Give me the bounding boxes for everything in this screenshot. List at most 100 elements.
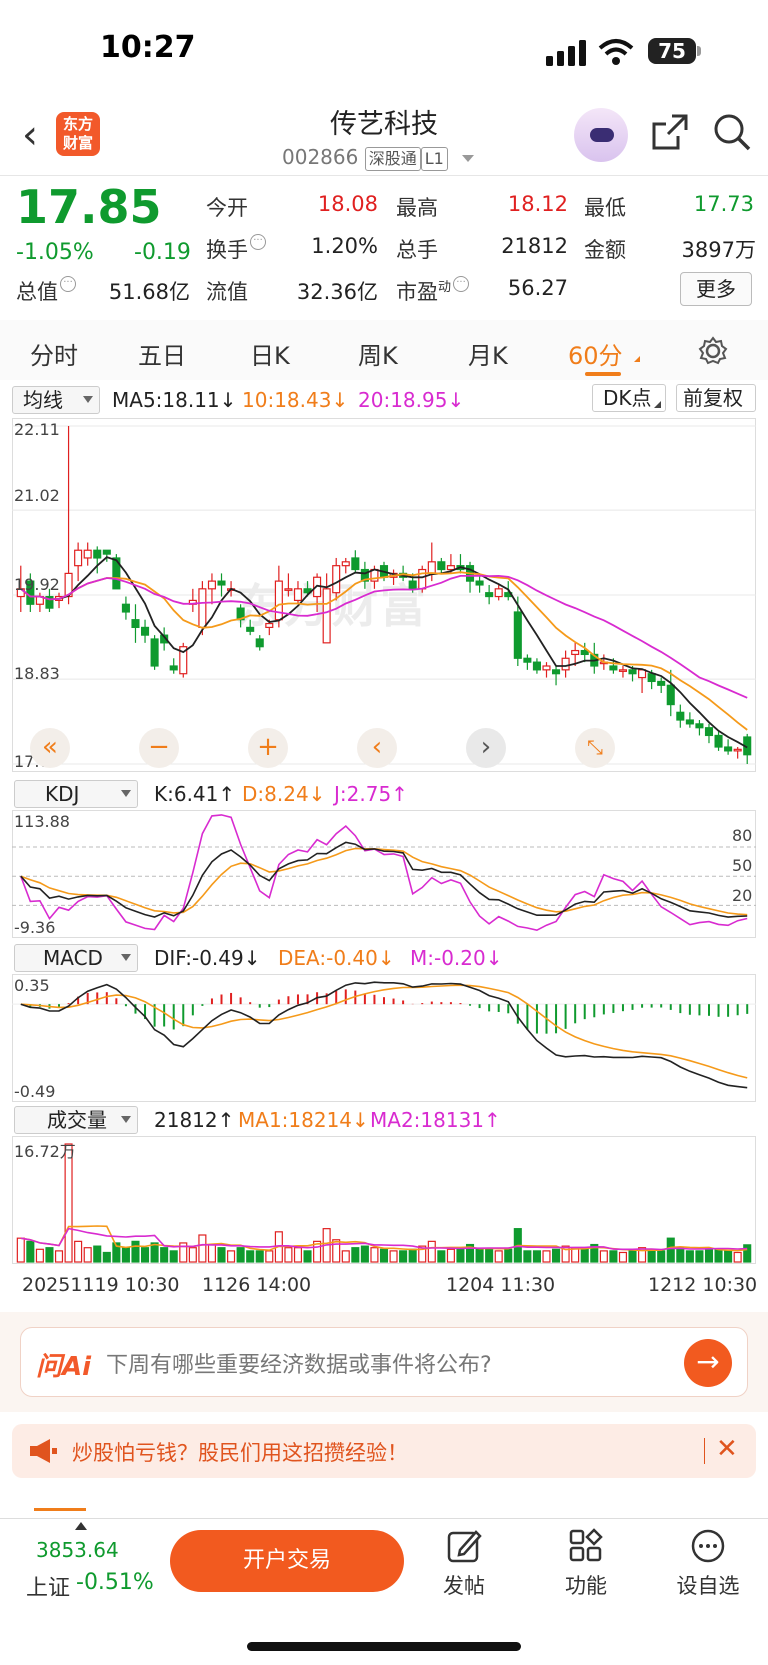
volume-bar <box>504 1248 513 1263</box>
time-label-3: 1204 11:30 <box>446 1274 556 1296</box>
post-label[interactable]: 发帖 <box>424 1570 504 1600</box>
macd-axis-bottom: -0.49 <box>14 1082 56 1101</box>
function-grid-icon[interactable] <box>568 1528 604 1564</box>
turnover-value: 1.20% <box>311 234 378 258</box>
candle-body <box>676 711 685 721</box>
mcap-value: 51.68亿 <box>108 280 190 304</box>
kdj-axis-top: 113.88 <box>14 812 70 831</box>
ai-prompt[interactable]: 下周有哪些重要经济数据或事件将公布? <box>106 1347 492 1379</box>
index-name[interactable]: 上证 <box>26 1570 70 1602</box>
volume-bar <box>93 1245 102 1263</box>
candle-body <box>657 680 666 686</box>
ai-submit-arrow-icon[interactable]: → <box>684 1339 732 1387</box>
zoom-in-icon[interactable]: + <box>248 728 288 768</box>
macd-selector[interactable]: MACD <box>14 944 138 972</box>
volume-ma2: MA2:18131↑ <box>370 1108 501 1132</box>
time-label-2: 1126 14:00 <box>202 1274 312 1296</box>
ma10-value: 10:18.43↓ <box>242 388 349 412</box>
kline-axis-top: 22.11 <box>14 420 60 439</box>
stock-code-row[interactable]: 002866 深股通 L1 <box>282 145 475 171</box>
volume-bar <box>647 1248 656 1263</box>
macd-chart[interactable] <box>12 974 756 1102</box>
expand-up-icon[interactable] <box>75 1522 87 1530</box>
share-icon[interactable] <box>650 112 690 152</box>
kline-axis-2: 21.02 <box>14 486 60 505</box>
candle-body <box>198 588 207 629</box>
tab-60min[interactable]: 60分 <box>568 336 623 371</box>
level-tag: L1 <box>420 147 448 171</box>
search-icon[interactable] <box>712 112 752 152</box>
compose-post-icon[interactable] <box>446 1528 482 1564</box>
info-icon[interactable]: ··· <box>250 234 266 250</box>
volume-ma1-line <box>20 1225 748 1252</box>
tab-five-day[interactable]: 五日 <box>138 336 186 371</box>
kdj-axis-bottom: -9.36 <box>14 918 56 937</box>
ai-logo: 问Ai <box>36 1352 92 1382</box>
volume-bar <box>523 1250 532 1263</box>
candle-body <box>140 626 150 636</box>
volume-bar <box>26 1240 35 1263</box>
tab-intraday[interactable]: 分时 <box>30 336 78 371</box>
pe-value: 56.27 <box>507 276 568 300</box>
candle-body <box>293 588 303 602</box>
info-icon[interactable]: ··· <box>453 276 470 292</box>
fullscreen-icon[interactable]: ⤡ <box>575 728 615 768</box>
volume-bar <box>131 1240 140 1263</box>
index-change[interactable]: -0.51% <box>76 1570 154 1595</box>
open-value: 18.08 <box>317 192 378 216</box>
kline-chart[interactable] <box>12 418 756 772</box>
change-value: -0.19 <box>134 240 191 265</box>
scroll-left-icon[interactable]: ‹ <box>357 728 397 768</box>
watchlist-label[interactable]: 设自选 <box>668 1570 748 1600</box>
function-label[interactable]: 功能 <box>546 1570 626 1600</box>
megaphone-icon <box>30 1439 57 1463</box>
add-watchlist-icon[interactable] <box>690 1528 726 1564</box>
float-cap-value: 32.36亿 <box>296 280 378 304</box>
candle-body <box>131 619 140 629</box>
dk-point-toggle[interactable]: DK点 <box>592 384 666 412</box>
scroll-far-left-icon[interactable]: « <box>30 728 70 768</box>
change-percent: -1.05% <box>16 240 94 265</box>
macd-axis-top: 0.35 <box>14 976 50 995</box>
volume-bar <box>351 1247 360 1263</box>
index-value[interactable]: 3853.64 <box>36 1538 119 1562</box>
open-account-trade-button[interactable]: 开户交易 <box>170 1530 404 1592</box>
tab-monthly-k[interactable]: 月K <box>468 336 508 371</box>
adjust-selector[interactable]: 前复权 <box>676 384 756 412</box>
close-icon[interactable]: ✕ <box>716 1434 738 1464</box>
promo-text[interactable]: 炒股怕亏钱？股民们用这招攒经验！ <box>72 1437 408 1467</box>
candle-body <box>169 665 178 671</box>
volume-bar <box>140 1247 150 1263</box>
tab-daily-k[interactable]: 日K <box>250 336 290 371</box>
scroll-right-icon[interactable]: › <box>466 728 506 768</box>
volume-bar <box>618 1251 628 1263</box>
ma10-line <box>20 571 748 731</box>
candle-body <box>532 661 541 671</box>
volume-bar <box>695 1250 704 1263</box>
kdj-chart[interactable] <box>12 810 756 938</box>
more-button[interactable]: 更多 <box>680 272 752 306</box>
info-icon[interactable]: ··· <box>60 276 76 292</box>
volume-bar <box>293 1247 303 1263</box>
volume-selector[interactable]: 成交量 <box>14 1106 138 1134</box>
volume-bar <box>246 1250 255 1263</box>
zoom-out-icon[interactable]: − <box>139 728 179 768</box>
candle-body <box>513 611 522 659</box>
candle-body <box>714 734 723 748</box>
volume-chart[interactable] <box>12 1136 756 1264</box>
kdj-selector[interactable]: KDJ <box>14 780 138 808</box>
candle-body <box>571 649 580 656</box>
volume-bar <box>332 1239 341 1263</box>
tab-weekly-k[interactable]: 周K <box>358 336 398 371</box>
candle-body <box>351 557 360 571</box>
last-price: 17.85 <box>16 180 162 234</box>
volume-bar <box>532 1250 541 1263</box>
settings-gear-icon[interactable] <box>698 336 728 366</box>
macd-m: M:-0.20↓ <box>410 946 503 970</box>
volume-bar <box>45 1247 54 1263</box>
ma-selector[interactable]: 均线 <box>12 386 100 414</box>
candle-body <box>207 580 216 590</box>
amount-value: 3897万 <box>681 238 756 262</box>
volume-bar <box>485 1248 494 1263</box>
candle-body <box>724 746 733 752</box>
